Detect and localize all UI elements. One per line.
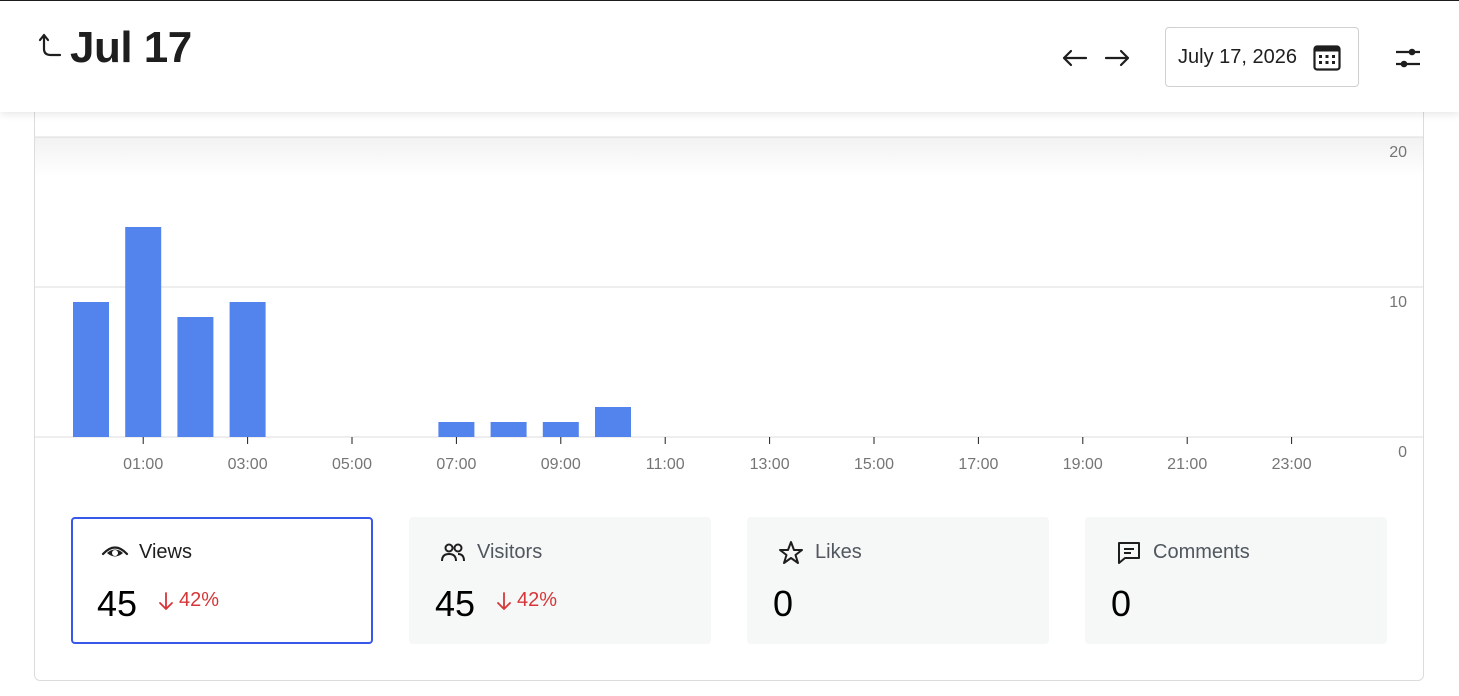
sliders-icon[interactable] <box>1393 43 1423 73</box>
x-tick-label: 11:00 <box>646 456 685 473</box>
x-tick-label: 17:00 <box>958 456 998 473</box>
calendar-icon <box>1313 45 1341 71</box>
stat-tab-comments[interactable]: Comments 0 <box>1085 517 1387 644</box>
page-title: Jul 17 <box>70 23 192 72</box>
date-picker-button[interactable]: July 17, 2026 <box>1165 27 1359 87</box>
stat-label: Comments <box>1153 541 1250 563</box>
y-tick-label: 20 <box>1389 144 1407 161</box>
chart-bar[interactable] <box>177 317 214 437</box>
chart-bar[interactable] <box>490 422 527 437</box>
arrow-left-icon[interactable] <box>1060 43 1090 73</box>
star-icon <box>779 541 803 564</box>
stat-value: 45 <box>97 583 138 624</box>
chart-bar[interactable] <box>73 302 109 437</box>
chart-bar[interactable] <box>595 407 631 437</box>
x-tick-label: 21:00 <box>1167 456 1207 473</box>
chart-bar[interactable] <box>125 227 162 437</box>
stat-tab-views[interactable]: Views 45 42% <box>71 517 373 644</box>
chart-bar[interactable] <box>229 302 266 437</box>
x-tick-label: 07:00 <box>436 456 476 473</box>
stat-change: 42% <box>157 589 219 612</box>
x-tick-label: 23:00 <box>1272 456 1312 473</box>
chart-bar[interactable] <box>542 422 579 437</box>
stat-label: Views <box>139 541 192 563</box>
hourly-views-chart: 0 10 20 01:00 03:00 05:00 07:00 09:00 11:00 13:00… <box>35 136 1423 473</box>
x-tick-label: 13:00 <box>750 456 790 473</box>
people-icon <box>441 543 465 562</box>
eye-icon <box>101 546 129 557</box>
x-tick-label: 01:00 <box>123 456 163 473</box>
page-header: Jul 17 July 17, 2026 <box>0 1 1459 112</box>
back-arrow-icon[interactable] <box>38 31 64 65</box>
comment-icon <box>1118 542 1140 564</box>
stat-tab-likes[interactable]: Likes 0 <box>747 517 1049 644</box>
chart-bar[interactable] <box>438 422 475 437</box>
stat-change: 42% <box>495 589 557 612</box>
x-tick-label: 05:00 <box>332 456 372 473</box>
stat-value: 45 <box>435 583 476 624</box>
y-tick-label: 0 <box>1398 444 1407 461</box>
x-tick-label: 03:00 <box>228 456 268 473</box>
arrow-down-icon <box>497 591 511 610</box>
y-tick-label: 10 <box>1389 294 1407 311</box>
date-picker-value: July 17, 2026 <box>1178 45 1297 68</box>
stat-tab-visitors[interactable]: Visitors 45 42% <box>409 517 711 644</box>
stat-label: Likes <box>815 541 862 563</box>
x-tick-label: 09:00 <box>541 456 581 473</box>
stat-change-value: 42% <box>179 589 220 611</box>
stat-change-value: 42% <box>517 589 558 611</box>
arrow-right-icon[interactable] <box>1102 43 1132 73</box>
stat-label: Visitors <box>477 541 543 563</box>
stat-value: 0 <box>773 583 794 624</box>
chart-top-shade <box>35 137 1423 177</box>
x-tick-label: 19:00 <box>1063 456 1103 473</box>
stat-value: 0 <box>1111 583 1132 624</box>
arrow-down-icon <box>159 591 173 610</box>
x-tick-label: 15:00 <box>854 456 894 473</box>
